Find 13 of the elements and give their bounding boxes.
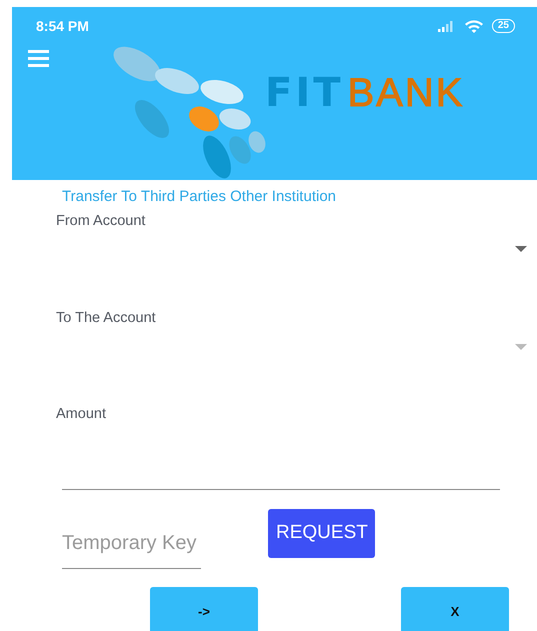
request-button[interactable]: REQUEST [268,508,375,558]
field-label: To The Account [56,309,157,328]
logo-text: BANK [348,73,464,113]
field-label: Amount [56,405,107,424]
wifi-icon [464,18,484,34]
menu-icon[interactable] [28,50,49,67]
next-button[interactable]: -> [150,586,258,631]
close-button[interactable]: X [401,586,509,631]
page-title: Transfer To Third Parties Other Institution [62,187,338,207]
status-time: 8:54 PM [36,16,89,36]
field-label: From Account [56,212,146,230]
battery-icon: 25 [492,19,515,33]
caret-icon[interactable] [515,246,527,252]
